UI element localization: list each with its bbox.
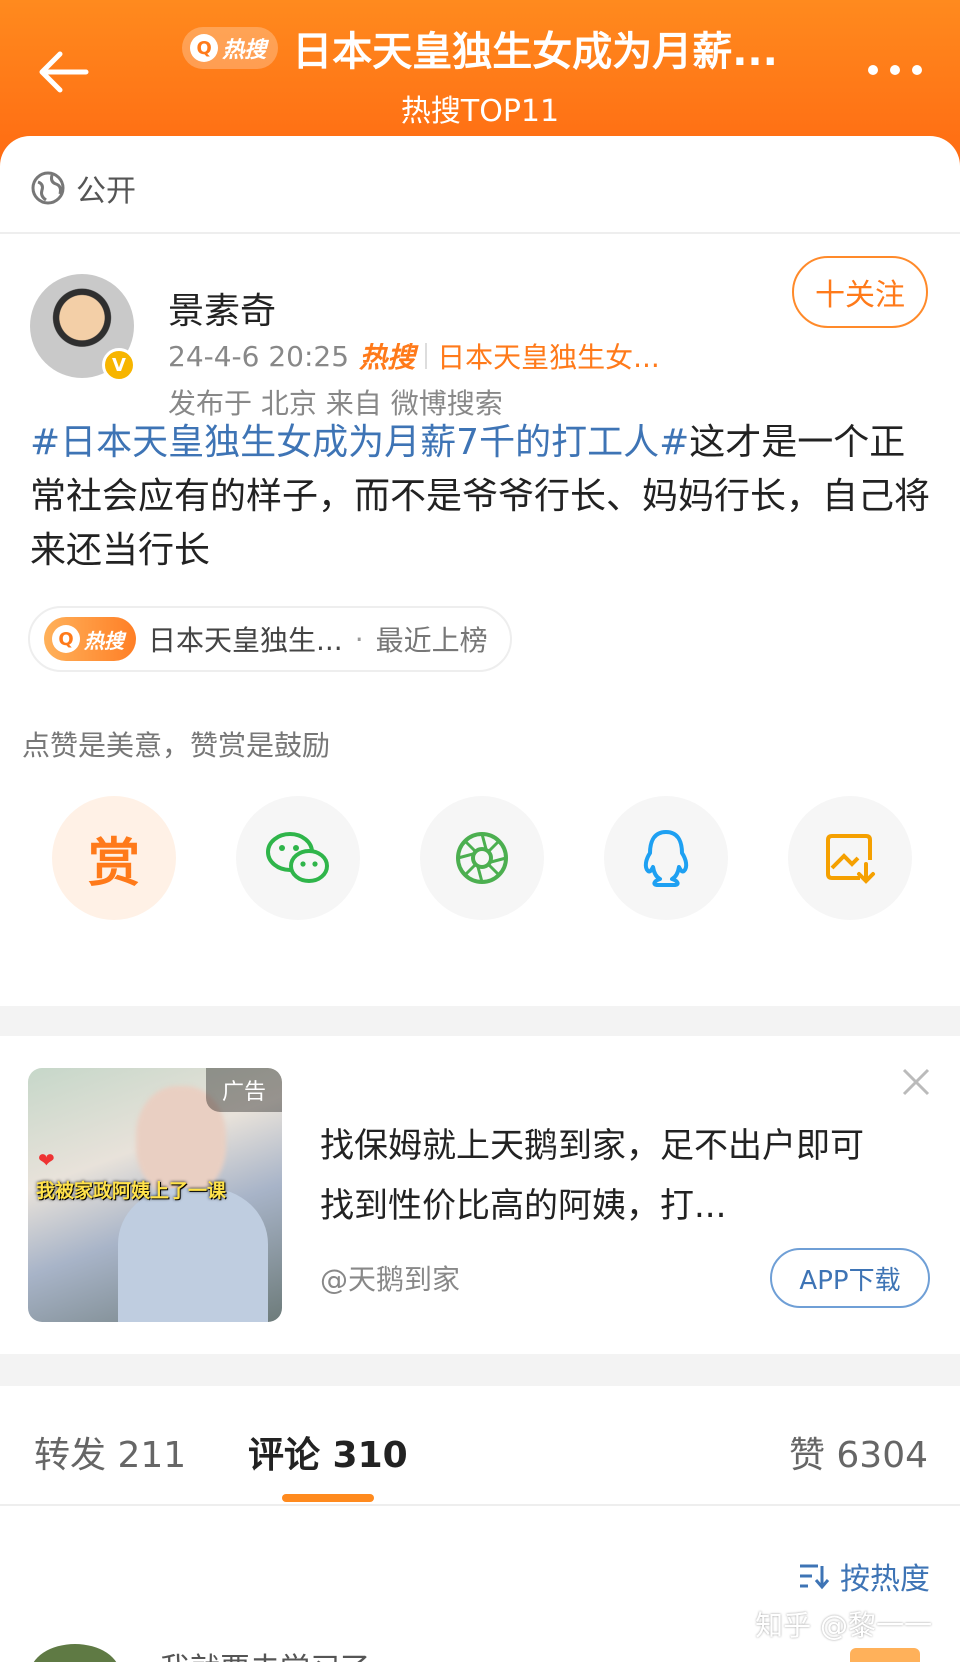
divider (0, 232, 960, 234)
author-name[interactable]: 景素奇 (168, 282, 276, 334)
chip-status: 最近上榜 (375, 624, 488, 657)
visibility-label: 公开 (76, 174, 136, 209)
ad-image[interactable]: ❤ 我被家政阿姨上了一课 广告 (28, 1068, 282, 1322)
ad-image-person-body (118, 1188, 268, 1322)
reward-tip: 点赞是美意，赞赏是鼓励 (22, 729, 331, 762)
verified-icon: V (102, 348, 136, 382)
page-title: 日本天皇独生女成为月薪... (292, 29, 778, 75)
post-timestamp: 24-4-6 20:25 (168, 339, 350, 373)
tab-reposts[interactable]: 转发 211 (34, 1426, 186, 1478)
save-image-icon (826, 834, 875, 884)
app-download-button[interactable]: APP下载 (770, 1248, 930, 1308)
sort-icon (800, 1564, 830, 1590)
divider (425, 343, 428, 369)
avatar[interactable] (30, 1644, 120, 1662)
more-dot-icon (912, 65, 922, 75)
hashtag-link[interactable]: #日本天皇独生女成为月薪7千的打工人# (30, 422, 689, 463)
watermark: 知乎 @黎一一 (755, 1609, 932, 1642)
page-subtitle: 热搜TOP11 (400, 94, 560, 129)
visibility-row: 公开 (30, 166, 136, 210)
active-tab-indicator (282, 1494, 374, 1502)
comment-preview: 我就要去学习了 (160, 1644, 370, 1662)
back-arrow-icon (39, 51, 89, 93)
more-dot-icon (868, 65, 878, 75)
ad-label: 广告 (205, 1068, 282, 1112)
close-icon (902, 1068, 930, 1096)
moments-icon (456, 832, 508, 884)
search-icon: Q (190, 34, 219, 62)
wechat-icon (266, 832, 329, 883)
hot-label: 热搜 (359, 341, 416, 374)
post-meta: 24-4-6 20:25 热搜 日本天皇独生女... (168, 336, 660, 376)
close-ad-button[interactable] (900, 1066, 932, 1098)
tab-comments[interactable]: 评论 310 (248, 1426, 408, 1478)
follow-button[interactable]: 十关注 (792, 256, 928, 328)
more-dot-icon (890, 65, 900, 75)
share-row: 赏 (52, 796, 912, 920)
ad-card[interactable]: ❤ 我被家政阿姨上了一课 广告 找保姆就上天鹅到家，足不出户即可找到性价比高的阿… (0, 1036, 960, 1354)
post-card: 公开 V 景素奇 24-4-6 20:25 热搜 日本天皇独生女... 发布于 … (0, 136, 960, 1006)
globe-icon (31, 171, 65, 205)
divider (0, 1504, 960, 1506)
more-options-button[interactable] (860, 58, 930, 82)
ad-source[interactable]: @天鹅到家 (320, 1258, 460, 1298)
hot-topic-link[interactable]: 日本天皇独生女... (437, 336, 660, 376)
ad-text[interactable]: 找保姆就上天鹅到家，足不出户即可找到性价比高的阿姨，打... (320, 1116, 880, 1236)
sort-button[interactable]: 按热度 (798, 1554, 930, 1598)
comment-badge (850, 1648, 920, 1662)
reward-button[interactable]: 赏 (52, 796, 176, 920)
qq-icon (643, 830, 689, 887)
hot-search-badge: Q 热搜 (44, 617, 136, 661)
save-image-button[interactable] (788, 796, 912, 920)
ad-image-caption: 我被家政阿姨上了一课 (36, 1180, 227, 1202)
chip-separator: · (354, 622, 364, 656)
post-body: #日本天皇独生女成为月薪7千的打工人#这才是一个正常社会应有的样子，而不是爷爷行… (30, 416, 930, 578)
sort-label: 按热度 (840, 1562, 930, 1597)
tab-likes[interactable]: 赞 6304 (789, 1426, 928, 1478)
share-moments-button[interactable] (420, 796, 544, 920)
search-icon: Q (52, 625, 80, 653)
chip-topic: 日本天皇独生... (148, 624, 343, 657)
hot-search-badge: Q 热搜 (182, 27, 279, 69)
reward-icon: 赏 (87, 833, 140, 894)
header-title-area: Q 热搜 日本天皇独生女成为月薪... 热搜TOP11 (150, 18, 810, 129)
share-wechat-button[interactable] (236, 796, 360, 920)
interaction-tabs: 转发 211 评论 310 赞 6304 按热度 知乎 @黎一一 我就要去学习了 (0, 1386, 960, 1662)
heart-icon: ❤ (38, 1148, 55, 1172)
back-button[interactable] (34, 44, 94, 100)
hot-topic-chip[interactable]: Q 热搜 日本天皇独生... · 最近上榜 (28, 606, 512, 672)
share-qq-button[interactable] (604, 796, 728, 920)
